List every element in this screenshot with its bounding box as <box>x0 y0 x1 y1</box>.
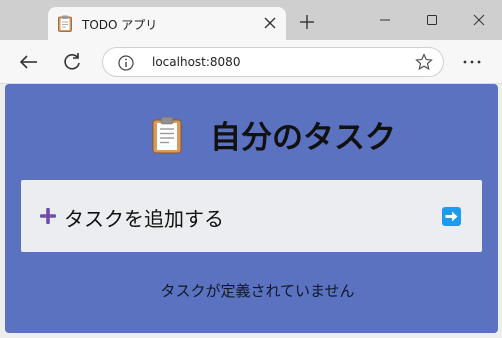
maximize-button[interactable] <box>412 5 452 35</box>
arrow-left-icon <box>19 55 37 69</box>
empty-task-message: タスクが定義されていません <box>160 282 355 300</box>
browser-toolbar: localhost:8080 <box>0 40 502 84</box>
refresh-button[interactable] <box>59 49 85 75</box>
tab-title: TODO アプリ <box>82 18 158 32</box>
settings-menu-button[interactable] <box>459 49 485 75</box>
plus-icon <box>300 15 314 29</box>
todo-app-page: 自分のタスク タスクを追加する タスクが定義されていません <box>5 84 498 333</box>
plus-icon <box>40 208 56 224</box>
info-icon[interactable] <box>117 54 135 72</box>
refresh-icon <box>64 53 80 70</box>
browser-tab[interactable]: TODO アプリ <box>48 7 286 40</box>
more-horizontal-icon <box>463 60 481 64</box>
page-title: 自分のタスク <box>210 120 396 156</box>
tab-close-button[interactable] <box>260 13 280 33</box>
minimize-button[interactable] <box>365 5 405 35</box>
arrow-right-icon[interactable] <box>442 207 461 226</box>
new-tab-button[interactable] <box>296 11 318 33</box>
maximize-icon <box>427 15 437 25</box>
close-icon <box>473 14 485 26</box>
add-task-input[interactable]: タスクを追加する <box>64 203 224 232</box>
minimize-icon <box>380 19 390 21</box>
add-task-form[interactable]: タスクを追加する <box>21 180 482 252</box>
address-bar[interactable]: localhost:8080 <box>102 47 444 77</box>
clipboard-icon <box>152 116 182 154</box>
back-button[interactable] <box>16 49 42 75</box>
title-bar: TODO アプリ <box>0 0 502 40</box>
close-icon <box>264 17 276 29</box>
window-close-button[interactable] <box>459 5 499 35</box>
url-text[interactable]: localhost:8080 <box>152 55 240 69</box>
clipboard-icon <box>58 15 72 32</box>
star-icon[interactable] <box>415 53 433 71</box>
